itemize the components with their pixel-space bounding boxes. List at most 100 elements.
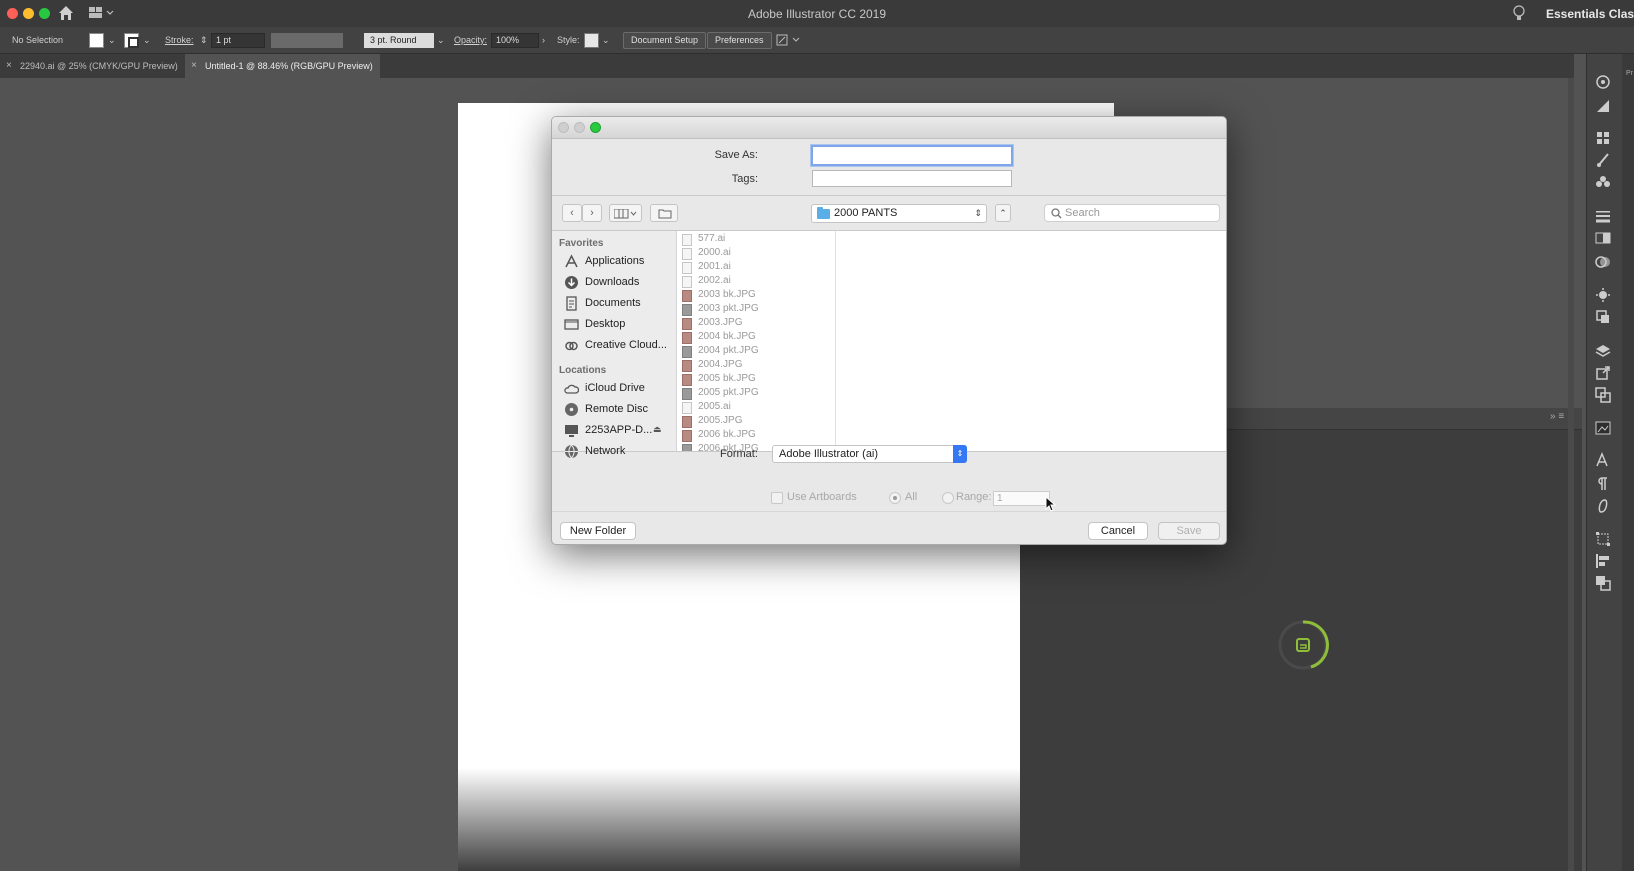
graphic-style-swatch[interactable] [584,33,599,48]
image-file-icon [682,332,692,344]
color-icon[interactable] [1595,74,1611,90]
workspace-label[interactable]: Essentials Classic [1546,7,1634,21]
collapse-dialog-button[interactable]: ⌃ [995,204,1011,222]
properties-panel-edge[interactable] [1622,54,1634,871]
arrange-documents-icon[interactable] [776,34,802,47]
new-folder-button[interactable]: New Folder [560,522,636,540]
forward-button[interactable]: › [582,204,602,222]
brushes-icon[interactable] [1595,152,1611,168]
tags-input[interactable] [812,170,1012,187]
format-dropdown[interactable]: Adobe Illustrator (ai) ⇕ [772,445,967,463]
format-value: Adobe Illustrator (ai) [779,448,879,460]
file-icon [682,234,692,246]
cancel-button[interactable]: Cancel [1088,522,1148,540]
file-name: 577.ai [698,233,726,244]
sidebar-item-label: 2253APP-D... [585,424,653,436]
dialog-close-button[interactable] [558,122,569,133]
image-trace-icon[interactable] [1595,420,1611,436]
opacity-label[interactable]: Opacity: [454,27,487,54]
app-title: Adobe Illustrator CC 2019 [747,7,887,21]
file-name: 2004 pkt.JPG [698,345,759,356]
globe-icon [565,444,578,459]
creative-cloud-icon [565,341,578,351]
mouse-cursor-icon [1045,496,1057,512]
view-mode-button[interactable] [609,204,642,222]
tab-untitled-1[interactable]: × Untitled-1 @ 88.46% (RGB/GPU Preview) [185,54,380,78]
opacity-arrow-icon[interactable]: › [542,27,545,54]
downloads-icon [565,276,578,289]
control-bar: No Selection ⌄ ⌄ Stroke: ⇕ 1 pt 3 pt. Ro… [0,27,1634,54]
save-button[interactable]: Save [1158,522,1220,540]
tab-22940[interactable]: × 22940.ai @ 25% (CMYK/GPU Preview) [0,54,190,78]
selection-status: No Selection [12,35,64,45]
align-icon[interactable] [1595,553,1611,569]
folder-location-popup[interactable]: 2000 PANTS ⇕ [811,204,987,223]
range-input[interactable]: 1 [993,491,1050,506]
stroke-label[interactable]: Stroke: [165,27,194,54]
fill-dropdown-icon[interactable]: ⌄ [108,27,116,54]
file-name: 2005 pkt.JPG [698,387,759,398]
variable-width-profile[interactable] [271,33,343,48]
stroke-swatch[interactable] [124,33,139,48]
transform-icon[interactable] [1595,531,1611,547]
favorites-header: Favorites [559,238,604,249]
vertical-scrollbar[interactable] [1568,78,1574,871]
close-tab-icon[interactable]: × [6,54,12,78]
gradient-icon[interactable] [1595,230,1611,246]
appearance-icon[interactable] [1595,287,1611,303]
symbols-icon[interactable] [1595,174,1611,190]
style-dropdown-icon[interactable]: ⌄ [602,27,610,54]
properties-edge-label: Pr [1626,70,1633,77]
dialog-minimize-button[interactable] [574,122,585,133]
all-radio[interactable] [889,492,901,504]
swatches-icon[interactable] [1595,130,1611,146]
floating-panel-header[interactable] [1226,408,1582,430]
image-file-icon [682,304,692,316]
pathfinder-icon[interactable] [1595,575,1611,591]
color-guide-icon[interactable] [1595,98,1611,114]
export-asset-icon[interactable] [1595,365,1611,381]
paragraph-icon[interactable] [1595,476,1611,492]
close-tab-icon[interactable]: × [191,54,197,78]
use-artboards-checkbox[interactable] [771,492,783,504]
preferences-button[interactable]: Preferences [707,32,772,49]
brush-dropdown-icon[interactable]: ⌄ [437,27,445,54]
stroke-dropdown-icon[interactable]: ⌄ [143,27,151,54]
desktop-icon [564,319,579,330]
all-label: All [905,491,918,503]
locations-header: Locations [559,365,607,376]
artboards-icon[interactable] [1595,387,1611,403]
transparency-icon[interactable] [1595,254,1611,270]
graphic-styles-icon[interactable] [1595,309,1611,325]
stroke-weight-field[interactable]: 1 pt [211,33,265,48]
eject-icon[interactable]: ⏏ [653,424,662,435]
search-icon [1051,208,1062,219]
panel-menu-icon[interactable]: » ≡ [1550,411,1564,422]
character-icon[interactable] [1595,452,1611,468]
folder-icon [817,207,830,219]
brush-definition[interactable]: 3 pt. Round [364,33,434,48]
use-artboards-label: Use Artboards [787,491,857,503]
file-list-column[interactable]: 577.ai 2000.ai 2001.ai 2002.ai 2003 bk.J… [677,231,836,451]
stroke-stepper-icon[interactable]: ⇕ [200,27,208,54]
computer-icon [565,425,578,437]
opacity-field[interactable]: 100% [491,33,539,48]
layers-icon[interactable] [1595,343,1611,359]
save-as-input[interactable] [811,145,1013,166]
stroke-panel-icon[interactable] [1595,208,1611,224]
range-radio[interactable] [942,492,954,504]
finder-sidebar: Favorites Applications Downloads Documen… [552,231,677,459]
file-name: 2005 bk.JPG [698,373,756,384]
file-name: 2004 bk.JPG [698,331,756,342]
dialog-zoom-button[interactable] [590,122,601,133]
sidebar-item-label: Downloads [585,276,640,288]
sidebar-item-label: Network [585,445,626,457]
new-folder-icon-button[interactable] [650,204,678,222]
back-button[interactable]: ‹ [562,204,582,222]
opentype-icon[interactable] [1595,498,1611,514]
document-setup-button[interactable]: Document Setup [623,32,707,49]
lightbulb-icon[interactable] [1512,5,1526,22]
folder-icon [658,209,672,219]
fill-swatch[interactable] [89,33,104,48]
search-field[interactable]: Search [1044,204,1220,222]
